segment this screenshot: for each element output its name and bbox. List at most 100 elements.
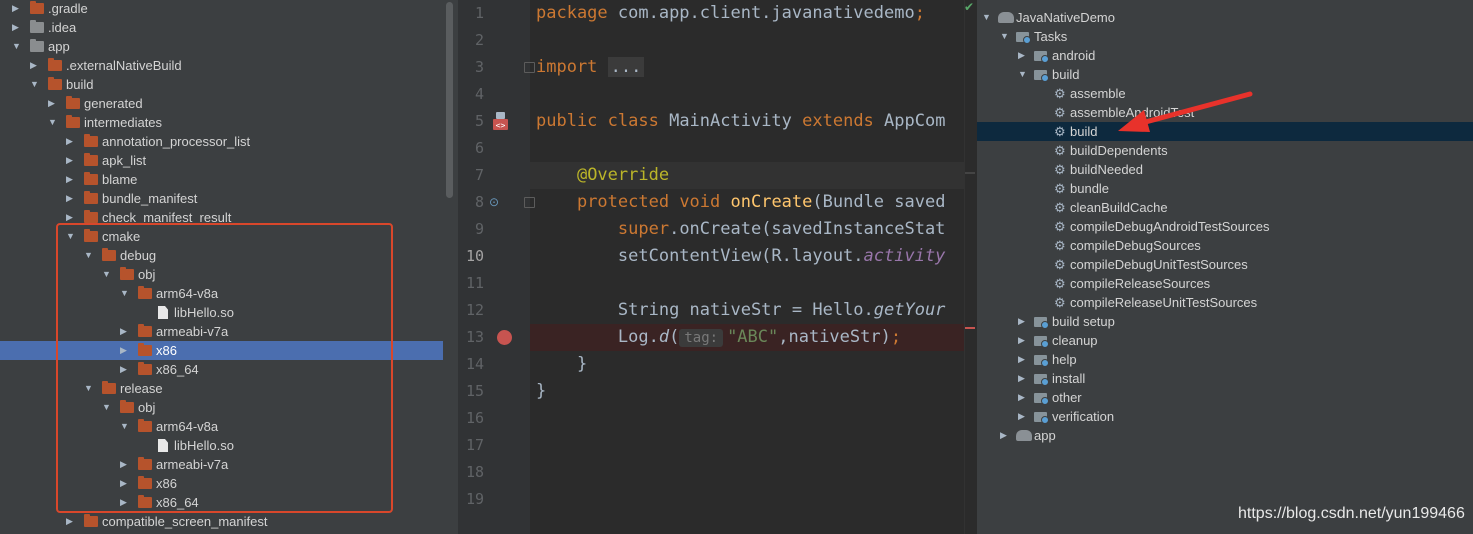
expand-arrow-icon[interactable]: ▶ xyxy=(12,18,22,37)
gradle-tree-item[interactable]: ▶ build setup xyxy=(977,312,1473,331)
code-line[interactable]: package com.app.client.javanativedemo; xyxy=(536,0,925,27)
gradle-tree-item[interactable]: ▶ verification xyxy=(977,407,1473,426)
expand-arrow-icon[interactable]: ▶ xyxy=(66,151,76,170)
project-tree-item[interactable]: ▶ .gradle xyxy=(0,0,443,18)
project-tree-label: intermediates xyxy=(84,115,163,130)
cmake-highlight-box xyxy=(56,223,393,513)
folder-icon xyxy=(84,153,98,166)
gear-icon: ⚙ xyxy=(1054,219,1066,234)
expand-arrow-icon[interactable]: ▶ xyxy=(1018,369,1028,388)
collapse-arrow-icon[interactable]: ▼ xyxy=(30,75,40,94)
override-method-icon[interactable]: ⊙ xyxy=(489,196,502,209)
line-number: 6 xyxy=(474,139,484,157)
gradle-tree-label: compileReleaseSources xyxy=(1070,276,1211,291)
gradle-tree-item[interactable]: ⚙ compileDebugAndroidTestSources xyxy=(977,217,1473,236)
project-tree-label: app xyxy=(48,39,70,54)
gradle-tree-item[interactable]: ⚙ compileReleaseUnitTestSources xyxy=(977,293,1473,312)
expand-arrow-icon[interactable]: ▶ xyxy=(30,56,40,75)
code-line[interactable]: super.onCreate(savedInstanceStat xyxy=(536,216,946,243)
line-number: 19 xyxy=(465,490,484,508)
project-tree-item[interactable]: ▶ compatible_screen_manifest xyxy=(0,512,443,531)
code-line[interactable]: import ... xyxy=(536,54,645,81)
expand-arrow-icon[interactable]: ▶ xyxy=(1018,350,1028,369)
line-number: 8 xyxy=(474,193,484,211)
expand-arrow-icon[interactable]: ▶ xyxy=(1018,46,1028,65)
code-token: } xyxy=(536,354,588,374)
project-tree-item[interactable]: ▶ blame xyxy=(0,170,443,189)
collapse-arrow-icon[interactable]: ▼ xyxy=(1000,27,1010,46)
task-folder-icon xyxy=(1034,355,1049,367)
code-line[interactable]: } xyxy=(536,378,546,405)
gradle-tree-item[interactable]: ⚙ compileDebugSources xyxy=(977,236,1473,255)
project-tree-item[interactable]: ▶ .idea xyxy=(0,18,443,37)
expand-arrow-icon[interactable]: ▶ xyxy=(66,170,76,189)
expand-arrow-icon[interactable]: ▶ xyxy=(1018,331,1028,350)
line-number: 11 xyxy=(465,274,484,292)
gradle-tree-label: compileDebugAndroidTestSources xyxy=(1070,219,1270,234)
code-line[interactable]: String nativeStr = Hello.getYour xyxy=(536,297,946,324)
project-tree-item[interactable]: ▶ bundle_manifest xyxy=(0,189,443,208)
project-scroll-thumb[interactable] xyxy=(446,2,453,198)
code-line[interactable]: protected void onCreate(Bundle saved xyxy=(536,189,946,216)
gradle-tree-item[interactable]: ▼ JavaNativeDemo xyxy=(977,8,1473,27)
project-scrollbar[interactable] xyxy=(443,0,459,534)
code-token: com.app.client.javanativedemo xyxy=(617,3,915,23)
collapse-arrow-icon[interactable]: ▼ xyxy=(982,8,992,27)
expand-arrow-icon[interactable]: ▶ xyxy=(66,512,76,531)
breakpoint-icon[interactable] xyxy=(497,330,512,345)
gradle-tree-item[interactable]: ⚙ buildDependents xyxy=(977,141,1473,160)
project-tree-item[interactable]: ▶ generated xyxy=(0,94,443,113)
gradle-tree-item[interactable]: ▶ cleanup xyxy=(977,331,1473,350)
gradle-tree-item[interactable]: ▶ android xyxy=(977,46,1473,65)
line-number: 3 xyxy=(474,58,484,76)
code-token: (Bundle saved xyxy=(812,192,946,212)
project-tree-item[interactable]: ▼ build xyxy=(0,75,443,94)
project-tree-item[interactable]: ▶ apk_list xyxy=(0,151,443,170)
gradle-tree-item[interactable]: ▶ app xyxy=(977,426,1473,445)
gradle-tree-label: buildNeeded xyxy=(1070,162,1144,177)
code-token: d xyxy=(658,327,670,347)
gradle-tree-item[interactable]: ⚙ bundle xyxy=(977,179,1473,198)
code-line[interactable]: } xyxy=(536,351,587,378)
code-line[interactable]: setContentView(R.layout.activity xyxy=(536,243,946,270)
code-token: activity xyxy=(863,246,946,266)
gradle-tree-item[interactable]: ⚙ compileDebugUnitTestSources xyxy=(977,255,1473,274)
gradle-tree-item[interactable]: ⚙ buildNeeded xyxy=(977,160,1473,179)
collapse-arrow-icon[interactable]: ▼ xyxy=(48,113,58,132)
code-token: onCreate xyxy=(730,192,813,212)
expand-arrow-icon[interactable]: ▶ xyxy=(48,94,58,113)
fold-marker[interactable] xyxy=(524,62,535,73)
line-number: 14 xyxy=(465,355,484,373)
code-token: ; xyxy=(890,327,902,347)
gradle-tree-item[interactable]: ⚙ compileReleaseSources xyxy=(977,274,1473,293)
gradle-tree-item[interactable]: ▶ help xyxy=(977,350,1473,369)
project-tree-item[interactable]: ▶ .externalNativeBuild xyxy=(0,56,443,75)
fold-marker[interactable] xyxy=(524,197,535,208)
project-tree-item[interactable]: ▼ intermediates xyxy=(0,113,443,132)
code-token: extends xyxy=(802,111,885,131)
collapse-arrow-icon[interactable]: ▼ xyxy=(1018,65,1028,84)
expand-arrow-icon[interactable]: ▶ xyxy=(1018,407,1028,426)
project-tree-item[interactable]: ▶ annotation_processor_list xyxy=(0,132,443,151)
gradle-tree-item[interactable]: ▶ other xyxy=(977,388,1473,407)
expand-arrow-icon[interactable]: ▶ xyxy=(1018,312,1028,331)
collapse-arrow-icon[interactable]: ▼ xyxy=(12,37,22,56)
code-line[interactable]: Log.d(tag: "ABC",nativeStr); xyxy=(536,324,901,351)
project-tree-label: .gradle xyxy=(48,1,88,16)
code-line[interactable]: @Override xyxy=(536,162,669,189)
expand-arrow-icon[interactable]: ▶ xyxy=(1000,426,1010,445)
expand-arrow-icon[interactable]: ▶ xyxy=(1018,388,1028,407)
gradle-tree-item[interactable]: ▼ Tasks xyxy=(977,27,1473,46)
gradle-tree-item[interactable]: ▶ install xyxy=(977,369,1473,388)
expand-arrow-icon[interactable]: ▶ xyxy=(12,0,22,18)
expand-arrow-icon[interactable]: ▶ xyxy=(66,189,76,208)
code-line[interactable]: public class MainActivity extends AppCom xyxy=(536,108,945,135)
project-tree-item[interactable]: ▼ app xyxy=(0,37,443,56)
gradle-tree-item[interactable]: ⚙ cleanBuildCache xyxy=(977,198,1473,217)
editor-scrollbar[interactable] xyxy=(964,0,977,534)
expand-arrow-icon[interactable]: ▶ xyxy=(66,132,76,151)
folder-icon xyxy=(84,210,98,223)
android-activity-icon[interactable]: <> xyxy=(490,111,512,133)
